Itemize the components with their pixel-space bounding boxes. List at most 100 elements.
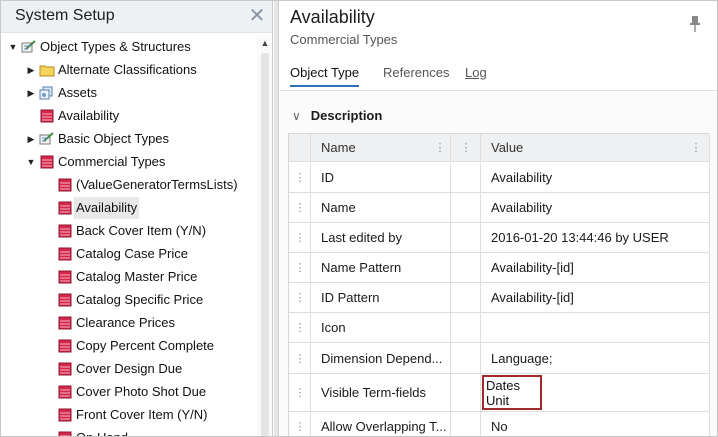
tree-item-label: On Hand <box>76 427 128 436</box>
tab-bar: Object Type References Log <box>280 59 717 91</box>
row-handle-icon[interactable]: ⋮ <box>295 313 306 342</box>
row-handle-icon[interactable]: ⋮ <box>295 374 306 411</box>
tab-references[interactable]: References <box>383 63 449 87</box>
attribute-icon <box>57 316 73 330</box>
tree-item-value-generator-terms-lists[interactable]: (ValueGeneratorTermsLists) <box>57 174 238 196</box>
attribute-icon <box>57 385 73 399</box>
expand-down-icon[interactable]: ▼ <box>7 36 19 58</box>
row-handle-icon[interactable]: ⋮ <box>295 193 306 222</box>
chevron-down-icon[interactable]: ∨ <box>292 109 301 123</box>
tree-item-availability[interactable]: ▶ Availability <box>25 105 119 127</box>
table-row[interactable]: ⋮ Visible Term-fields Dates Unit <box>289 374 710 412</box>
expand-right-icon[interactable]: ▶ <box>25 82 37 104</box>
attribute-icon <box>57 362 73 376</box>
tree-item-on-hand[interactable]: On Hand <box>57 427 128 436</box>
attribute-icon <box>39 155 55 169</box>
attribute-icon <box>57 339 73 353</box>
value-column-header[interactable]: Value ⋮ <box>481 134 710 161</box>
close-icon[interactable]: ✕ <box>247 5 267 27</box>
panel-splitter[interactable] <box>274 1 279 436</box>
tree-item-label: Alternate Classifications <box>58 62 197 77</box>
table-row[interactable]: ⋮ Dimension Depend... Language; <box>289 343 710 374</box>
tree-item-back-cover-item[interactable]: Back Cover Item (Y/N) <box>57 220 206 242</box>
table-row[interactable]: ⋮ Name Pattern Availability-[id] <box>289 253 710 283</box>
row-value: 2016-01-20 13:44:46 by USER <box>491 230 669 245</box>
page-title: Availability <box>290 7 375 27</box>
tree-item-catalog-case-price[interactable]: Catalog Case Price <box>57 243 188 265</box>
term-field-unit: Unit <box>486 393 510 408</box>
tree-item-alternate-classifications[interactable]: ▶ Alternate Classifications <box>25 59 197 81</box>
tree-item-label: (ValueGeneratorTermsLists) <box>76 177 238 192</box>
tree-item-label: Assets <box>58 85 98 100</box>
row-handle-icon[interactable]: ⋮ <box>295 283 306 312</box>
row-value: Availability-[id] <box>491 290 574 305</box>
row-handle-icon[interactable]: ⋮ <box>295 412 306 436</box>
attribute-icon <box>57 201 73 215</box>
attribute-icon <box>57 270 73 284</box>
structure-icon <box>21 40 37 54</box>
tree-item-label: Object Types & Structures <box>40 39 191 54</box>
tab-object-type[interactable]: Object Type <box>290 63 360 87</box>
pin-icon[interactable] <box>688 15 702 33</box>
expand-right-icon[interactable]: ▶ <box>25 128 37 150</box>
tree-item-label: Availability <box>58 108 120 123</box>
grid-header-row: Name ⋮ ⋮ Value ⋮ <box>289 134 710 162</box>
tree-item-catalog-master-price[interactable]: Catalog Master Price <box>57 266 197 288</box>
tree-item-catalog-specific-price[interactable]: Catalog Specific Price <box>57 289 203 311</box>
scrollbar-thumb[interactable] <box>261 53 269 436</box>
tree-item-label: Copy Percent Complete <box>76 338 215 353</box>
column-menu-icon[interactable]: ⋮ <box>691 134 702 161</box>
row-value: Availability <box>491 200 553 215</box>
row-handle-icon[interactable]: ⋮ <box>295 343 306 373</box>
scroll-up-icon[interactable]: ▲ <box>259 37 271 49</box>
attribute-icon <box>57 408 73 422</box>
tree-scrollbar[interactable]: ▲ <box>257 35 272 436</box>
object-details-panel: Availability Commercial Types Object Typ… <box>280 1 717 436</box>
row-name: Visible Term-fields <box>321 385 427 400</box>
row-name: Last edited by <box>321 230 402 245</box>
tab-label: Log <box>465 65 487 80</box>
column-menu-icon[interactable]: ⋮ <box>435 134 446 161</box>
table-row[interactable]: ⋮ Icon <box>289 313 710 343</box>
tree-item-cover-photo-shot-due[interactable]: Cover Photo Shot Due <box>57 381 206 403</box>
tab-label: References <box>383 65 450 80</box>
expand-right-icon[interactable]: ▶ <box>25 59 37 81</box>
row-value: Availability-[id] <box>491 260 574 275</box>
row-handle-icon[interactable]: ⋮ <box>295 253 306 282</box>
row-value: No <box>491 419 508 434</box>
row-name: Icon <box>321 320 346 335</box>
tree-item-availability-selected[interactable]: Availability <box>57 197 140 219</box>
expand-down-icon[interactable]: ▼ <box>25 151 37 173</box>
row-handle-icon[interactable]: ⋮ <box>295 223 306 252</box>
row-handle-icon[interactable]: ⋮ <box>295 163 306 192</box>
tree-item-cover-design-due[interactable]: Cover Design Due <box>57 358 182 380</box>
tree-item-object-types-structures[interactable]: ▼ Object Types & Structures <box>7 36 191 58</box>
panel-title: System Setup <box>15 7 115 24</box>
table-row[interactable]: ⋮ Allow Overlapping T... No <box>289 412 710 436</box>
tree-item-label: Cover Design Due <box>76 361 183 376</box>
table-row[interactable]: ⋮ ID Availability <box>289 163 710 193</box>
column-menu-icon[interactable]: ⋮ <box>461 134 472 161</box>
tree-item-clearance-prices[interactable]: Clearance Prices <box>57 312 175 334</box>
tree-item-basic-object-types[interactable]: ▶ Basic Object Types <box>25 128 170 150</box>
attribute-icon <box>57 224 73 238</box>
page-subtitle: Commercial Types <box>290 32 398 47</box>
system-setup-header: System Setup ✕ <box>1 1 272 33</box>
table-row[interactable]: ⋮ Name Availability <box>289 193 710 223</box>
table-row[interactable]: ⋮ Last edited by 2016-01-20 13:44:46 by … <box>289 223 710 253</box>
tree-item-front-cover-item[interactable]: Front Cover Item (Y/N) <box>57 404 207 426</box>
structure-icon <box>39 132 55 146</box>
row-value: Language; <box>491 351 553 366</box>
tree-item-copy-percent-complete[interactable]: Copy Percent Complete <box>57 335 214 357</box>
description-section-header[interactable]: ∨ Description <box>292 108 382 123</box>
tree-item-commercial-types[interactable]: ▼ Commercial Types <box>25 151 166 173</box>
tree-item-label: Catalog Specific Price <box>76 292 204 307</box>
visible-term-fields-value[interactable]: Dates Unit <box>482 375 542 410</box>
name-column-header[interactable]: Name ⋮ <box>311 134 451 161</box>
tab-log[interactable]: Log <box>465 63 487 87</box>
table-row[interactable]: ⋮ ID Pattern Availability-[id] <box>289 283 710 313</box>
attribute-icon <box>57 178 73 192</box>
attribute-icon <box>57 247 73 261</box>
row-name: Allow Overlapping T... <box>321 419 447 434</box>
tree-item-assets[interactable]: ▶ Assets <box>25 82 97 104</box>
